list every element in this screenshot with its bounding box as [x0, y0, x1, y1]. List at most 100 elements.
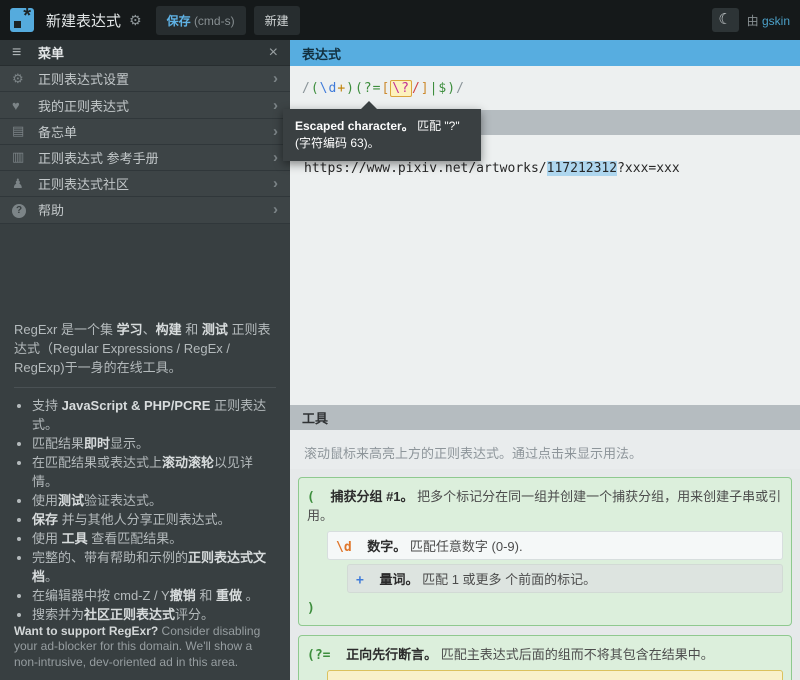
explain-row-charset[interactable]: [ 字符集。 匹配集合中的任何字符。 — [336, 675, 774, 680]
regex-set-close[interactable]: ] — [421, 81, 430, 96]
explain-charset-box: [ 字符集。 匹配集合中的任何字符。 \? Escaped character。… — [327, 670, 783, 680]
page-title: 新建表达式 — [46, 10, 121, 31]
sidebar-item-label: 正则表达式社区 — [38, 174, 129, 193]
sidebar-item-label: 我的正则表达式 — [38, 96, 129, 115]
reference-book-icon: ▥ — [12, 149, 38, 165]
sidebar-item-settings[interactable]: ⚙ 正则表达式设置 › — [0, 66, 290, 92]
feature-item: 保存 并与其他人分享正则表达式。 — [32, 510, 276, 529]
save-label: 保存 — [167, 14, 191, 28]
sidebar-item-community[interactable]: ♟ 正则表达式社区 › — [0, 171, 290, 197]
feature-list: 支持 JavaScript & PHP/PCRE 正则表达式。 匹配结果即时显示… — [18, 396, 276, 624]
menu-header: ≡ 菜单 × — [0, 40, 290, 66]
intro-paragraph: RegExr 是一个集 学习、构建 和 测试 正则表达式（Regular Exp… — [14, 320, 276, 377]
explain-row-lookahead[interactable]: (?= 正向先行断言。 匹配主表达式后面的组而不将其包含在结果中。 — [307, 641, 783, 666]
regex-group-open[interactable]: ( — [311, 81, 320, 96]
regex-digit-token[interactable]: \d — [320, 81, 338, 96]
expression-header-label: 表达式 — [302, 44, 341, 63]
chevron-right-icon: › — [273, 70, 278, 87]
test-text-area[interactable]: https://www.pixiv.net/artworks/117212312… — [290, 135, 800, 405]
new-button[interactable]: 新建 — [254, 6, 300, 35]
main-area: 表达式 /(\d+)(?=[\?/]|$)/ https://www.pixiv… — [290, 40, 800, 680]
digit-token: \d — [336, 540, 352, 555]
regex-alternation[interactable]: | — [430, 81, 439, 96]
regex-plus-quantifier[interactable]: + — [337, 81, 346, 96]
menu-icon: ≡ — [12, 44, 38, 62]
save-button[interactable]: 保存 (cmd-s) — [156, 6, 246, 35]
text-after-match: ?xxx=xxx — [617, 161, 680, 176]
regex-lookahead-open[interactable]: (?= — [355, 81, 381, 96]
tools-header-label: 工具 — [302, 408, 328, 427]
group-open-token: ( — [307, 490, 315, 505]
chevron-right-icon: › — [273, 97, 278, 114]
explain-row-group-close[interactable]: ) — [307, 597, 783, 619]
sidebar-item-cheatsheet[interactable]: ▤ 备忘单 › — [0, 119, 290, 145]
regex-set-open[interactable]: [ — [381, 81, 390, 96]
explain-term: 正向先行断言。 — [346, 647, 437, 662]
sidebar-item-help[interactable]: ? 帮助 › — [0, 197, 290, 223]
feature-item: 在匹配结果或表达式上滚动滚轮以见详情。 — [32, 453, 276, 491]
settings-gear-icon[interactable]: ⚙ — [129, 12, 142, 29]
close-icon[interactable]: × — [269, 44, 278, 62]
cheatsheet-icon: ▤ — [12, 123, 38, 139]
regex-end-anchor[interactable]: $ — [438, 81, 447, 96]
sidebar-item-my-patterns[interactable]: ♥ 我的正则表达式 › — [0, 92, 290, 118]
explain-row-quantifier[interactable]: + 量词。 匹配 1 或更多 个前面的标记。 — [347, 564, 783, 593]
regexr-app: * 新建表达式 ⚙ 保存 (cmd-s) 新建 ☾ 由 gskin ≡ 菜单 ×… — [0, 0, 800, 680]
byline: 由 gskin — [747, 12, 790, 29]
regex-delimiter[interactable]: / — [456, 81, 465, 96]
regexr-logo-icon: * — [10, 8, 34, 32]
explain-term: 捕获分组 #1。 — [330, 489, 413, 504]
logo-square — [14, 21, 21, 28]
feature-item: 在编辑器中按 cmd-Z / Y撤销 和 重做 。 — [32, 586, 276, 605]
tools-panel-header: 工具 — [290, 405, 800, 430]
sidebar-item-label: 正则表达式设置 — [38, 69, 129, 88]
community-icon: ♟ — [12, 176, 38, 192]
regex-escaped-question-token[interactable]: \? — [390, 80, 412, 97]
explain-term: 数字。 — [367, 539, 406, 554]
tooltip-arrow-icon — [361, 101, 377, 109]
gear-icon: ⚙ — [12, 71, 38, 87]
tooltip-term: Escaped character。 — [295, 119, 414, 133]
explain-row-group-open[interactable]: ( 捕获分组 #1。 把多个标记分在同一组并创建一个捕获分组，用来创建子串或引用… — [307, 483, 783, 527]
explain-panel: ( 捕获分组 #1。 把多个标记分在同一组并创建一个捕获分组，用来创建子串或引用… — [290, 469, 800, 680]
expression-panel-header: 表达式 — [290, 40, 800, 66]
feature-item: 匹配结果即时显示。 — [32, 434, 276, 453]
match-highlight[interactable]: 117212312 — [547, 161, 617, 176]
by-label: 由 — [747, 14, 759, 28]
feature-item: 使用测试验证表达式。 — [32, 491, 276, 510]
divider — [14, 387, 276, 388]
sidebar-item-reference[interactable]: ▥ 正则表达式 参考手册 › — [0, 145, 290, 171]
regex-slash-char[interactable]: / — [412, 81, 421, 96]
sidebar-item-label: 帮助 — [38, 200, 64, 219]
group-close-token: ) — [307, 601, 315, 616]
explain-term: 量词。 — [379, 572, 418, 587]
author-link[interactable]: gskin — [762, 14, 790, 28]
chevron-right-icon: › — [273, 201, 278, 218]
sidebar-menu: ≡ 菜单 × ⚙ 正则表达式设置 › ♥ 我的正则表达式 › ▤ 备忘单 › ▥ — [0, 40, 290, 680]
menu-title: 菜单 — [38, 43, 64, 62]
explain-lookahead: (?= 正向先行断言。 匹配主表达式后面的组而不将其包含在结果中。 [ 字符集。… — [298, 635, 792, 680]
feature-item: 支持 JavaScript & PHP/PCRE 正则表达式。 — [32, 396, 276, 434]
token-tooltip: Escaped character。 匹配 "?" (字符编码 63)。 — [283, 109, 481, 161]
regex-delimiter[interactable]: / — [302, 81, 311, 96]
explain-capture-group: ( 捕获分组 #1。 把多个标记分在同一组并创建一个捕获分组，用来创建子串或引用… — [298, 477, 792, 626]
save-shortcut-hint: (cmd-s) — [194, 14, 235, 28]
lookahead-token: (?= — [307, 648, 330, 663]
text-before-match: https://www.pixiv.net/artworks/ — [304, 161, 547, 176]
sidebar-item-label: 备忘单 — [38, 122, 77, 141]
regex-lookahead-close[interactable]: ) — [447, 81, 456, 96]
chevron-right-icon: › — [273, 175, 278, 192]
explain-desc: 匹配任意数字 (0-9). — [410, 539, 523, 554]
heart-icon: ♥ — [12, 98, 38, 113]
tools-hint: 滚动鼠标来高亮上方的正则表达式。通过点击来显示用法。 — [290, 430, 800, 469]
moon-icon: ☾ — [718, 11, 731, 28]
dark-mode-toggle[interactable]: ☾ — [712, 8, 739, 32]
chevron-right-icon: › — [273, 123, 278, 140]
feature-item: 搜索并为社区正则表达式评分。 — [32, 605, 276, 624]
top-bar: * 新建表达式 ⚙ 保存 (cmd-s) 新建 ☾ 由 gskin — [0, 0, 800, 40]
sidebar-item-label: 正则表达式 参考手册 — [38, 148, 159, 167]
regex-group-close[interactable]: ) — [346, 81, 355, 96]
sidebar-description: RegExr 是一个集 学习、构建 和 测试 正则表达式（Regular Exp… — [0, 224, 290, 624]
explain-row-digit[interactable]: \d 数字。 匹配任意数字 (0-9). — [327, 531, 783, 560]
chevron-right-icon: › — [273, 149, 278, 166]
